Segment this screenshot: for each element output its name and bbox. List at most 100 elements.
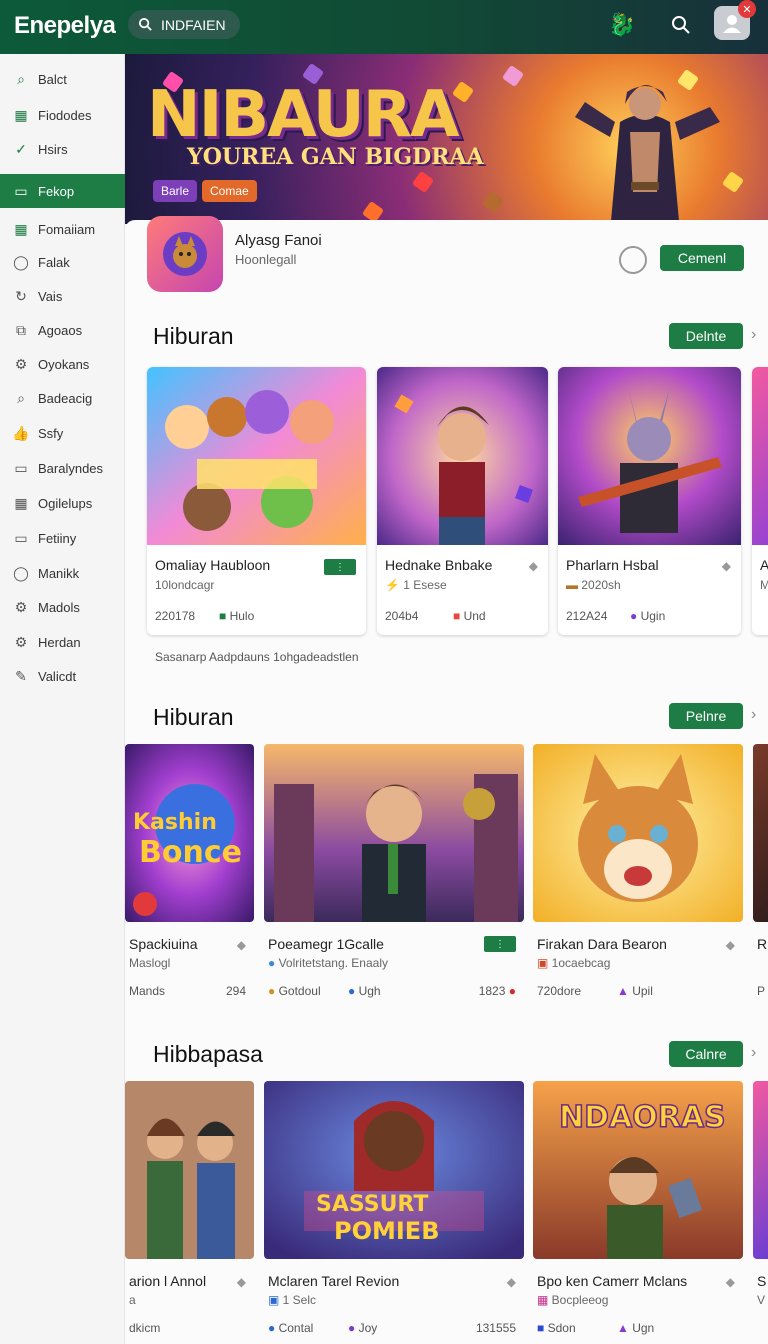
sidebar-item[interactable]: ▭ Baralyndes <box>0 451 125 485</box>
featured-app-icon[interactable] <box>147 216 223 292</box>
game-card[interactable]: NDAORAS Bpo ken Camerr Mclans ▦ Bocpleeo… <box>533 1081 743 1344</box>
top-bar: Enepelya INDFAIEN 🐉 ✕ <box>0 0 768 54</box>
game-meta: 10londcagr <box>155 578 215 592</box>
sidebar-item-label: Ssfy <box>38 425 64 441</box>
circle-icon: ◯ <box>13 253 29 270</box>
game-title: S <box>757 1273 767 1289</box>
game-card[interactable]: Hednake Bnbake ⚡ 1 Esese 204b4 ■ Und ◆ <box>377 367 548 635</box>
gear-icon: ⚙ <box>14 355 28 372</box>
featured-action-button[interactable]: Cemenl <box>660 245 744 271</box>
sidebar-item[interactable]: ↻ Vais <box>0 279 125 313</box>
sidebar-item[interactable]: ✓ Hsirs <box>0 132 125 166</box>
pin-icon[interactable]: ◆ <box>726 1275 735 1289</box>
sidebar-item[interactable]: ▭ Fekop <box>0 174 125 208</box>
game-card[interactable]: Pharlarn Hsbal ▬ 2020sh 212A24 ● Ugin ◆ <box>558 367 741 635</box>
hero-tag[interactable]: Barle <box>153 180 198 202</box>
sidebar-item[interactable]: ⚙ Oyokans <box>0 347 125 381</box>
game-title: A <box>760 557 768 573</box>
sidebar-item-label: Fekop <box>38 183 75 199</box>
user-avatar-button[interactable]: ✕ <box>714 0 756 40</box>
search-label: INDFAIEN <box>161 16 226 33</box>
edit-icon: ✎ <box>15 667 27 684</box>
svg-text:SASSURT: SASSURT <box>316 1192 428 1217</box>
game-meta: ▬ 2020sh <box>566 578 621 592</box>
sidebar-item[interactable]: ⚙ Herdan <box>0 625 125 659</box>
sidebar-item-label: Oyokans <box>38 356 90 372</box>
square-icon: ■ <box>219 609 230 623</box>
install-button[interactable]: ⋮ <box>324 559 356 575</box>
sidebar-item[interactable]: ⧉ Agoaos <box>0 313 125 347</box>
game-count: 294 <box>225 984 246 998</box>
game-card[interactable]: S V <box>753 1081 768 1344</box>
game-title: Spackiuina <box>129 936 198 952</box>
sidebar-item[interactable]: ⌕ Badeacig <box>0 381 125 415</box>
chevron-right-icon[interactable]: › <box>751 326 763 344</box>
monster-icon <box>163 232 207 276</box>
game-card[interactable]: A M <box>752 367 768 635</box>
game-stat: ● Contal <box>268 1321 314 1335</box>
sidebar-item-label: Agoaos <box>38 322 83 338</box>
pin-icon[interactable]: ◆ <box>507 1275 516 1289</box>
sidebar-item[interactable]: ⚙ Madols <box>0 590 125 624</box>
hero-banner[interactable]: NIBAURA YOUREA GAN BIGDRAA Barle Comae <box>125 54 768 224</box>
pin-icon[interactable]: ◆ <box>237 1275 246 1289</box>
game-artwork <box>125 1081 254 1259</box>
game-artwork: Kashin Bonce <box>125 744 254 922</box>
section-more-button[interactable]: Calnre <box>669 1041 743 1067</box>
hero-tag[interactable]: Comae <box>202 180 257 202</box>
section-title: Hiburan <box>153 323 234 349</box>
search-button[interactable] <box>664 8 698 42</box>
pin-icon[interactable]: ◆ <box>529 559 538 573</box>
game-artwork <box>533 744 743 922</box>
pin-drop-icon: ● <box>268 1321 279 1335</box>
section-more-button[interactable]: Pelnre <box>669 703 743 729</box>
game-artwork <box>147 367 366 545</box>
gear-icon: ⚙ <box>14 598 28 615</box>
sidebar-item[interactable]: ▦ Ogilelups <box>0 486 125 520</box>
game-stat: 204b4 <box>385 609 419 623</box>
sidebar-item[interactable]: ⌕ Balct <box>0 62 125 96</box>
check-circle-icon: ● <box>348 984 359 998</box>
game-meta: ⚡ 1 Esese <box>385 578 447 592</box>
sidebar-item[interactable]: ▦ Fiododes <box>0 98 125 132</box>
sidebar-item-label: Baralyndes <box>38 460 104 476</box>
sidebar-item[interactable]: ◯ Falak <box>0 245 125 279</box>
sidebar-item[interactable]: ✎ Valicdt <box>0 659 125 693</box>
dragon-icon[interactable]: 🐉 <box>604 8 640 42</box>
pin-icon[interactable]: ◆ <box>722 559 731 573</box>
app-logo[interactable]: Enepelya <box>14 12 116 40</box>
magnifier-icon[interactable] <box>619 246 647 274</box>
install-button[interactable]: ⋮ <box>484 936 516 952</box>
game-card[interactable]: SASSURT POMIEB Mclaren Tarel Revion ▣ 1 … <box>264 1081 524 1344</box>
pin-icon[interactable]: ◆ <box>237 938 246 952</box>
search-pill[interactable]: INDFAIEN <box>128 10 240 39</box>
game-tag: ● Ugh <box>348 984 381 998</box>
search-icon <box>138 17 152 31</box>
sidebar-item[interactable]: ▭ Fetiiny <box>0 521 125 555</box>
svg-text:POMIEB: POMIEB <box>334 1217 440 1245</box>
flag-icon: ■ <box>453 609 464 623</box>
game-title: R <box>757 936 768 952</box>
game-card[interactable]: arion l Annol a dkicm ◆ <box>125 1081 254 1344</box>
section-more-button[interactable]: Delnte <box>669 323 743 349</box>
game-card[interactable]: R P <box>753 744 768 1014</box>
sidebar-item[interactable]: ▦ Fomaiiam <box>0 212 125 246</box>
section-title: Hiburan <box>153 704 234 730</box>
sidebar-item-label: Madols <box>38 599 80 615</box>
game-stat: ■ Sdon <box>537 1321 576 1335</box>
game-card[interactable]: Kashin Bonce Spackiuina Maslogl Mands 29… <box>125 744 254 1014</box>
search-icon: ⌕ <box>17 70 25 87</box>
game-card[interactable]: Omaliay Haubloon 10londcagr 220178 ■ Hul… <box>147 367 366 635</box>
game-title: Omaliay Haubloon <box>155 557 271 573</box>
sidebar-item[interactable]: 👍 Ssfy <box>0 416 125 450</box>
chevron-right-icon[interactable]: › <box>751 706 763 724</box>
game-card[interactable]: Poeamegr 1Gcalle ● Volritetstang. Enaaly… <box>264 744 524 1014</box>
game-card[interactable]: Firakan Dara Bearon ▣ 1ocaebcag 720dore … <box>533 744 743 1014</box>
pin-icon[interactable]: ◆ <box>726 938 735 952</box>
sidebar-item-label: Fiododes <box>38 107 92 123</box>
game-meta: Maslogl <box>129 956 171 970</box>
chevron-right-icon[interactable]: › <box>751 1044 763 1062</box>
tv-icon: ▣ <box>268 1293 283 1307</box>
sidebar-item-label: Falak <box>38 254 70 270</box>
sidebar-item[interactable]: ◯ Manikk <box>0 556 125 590</box>
